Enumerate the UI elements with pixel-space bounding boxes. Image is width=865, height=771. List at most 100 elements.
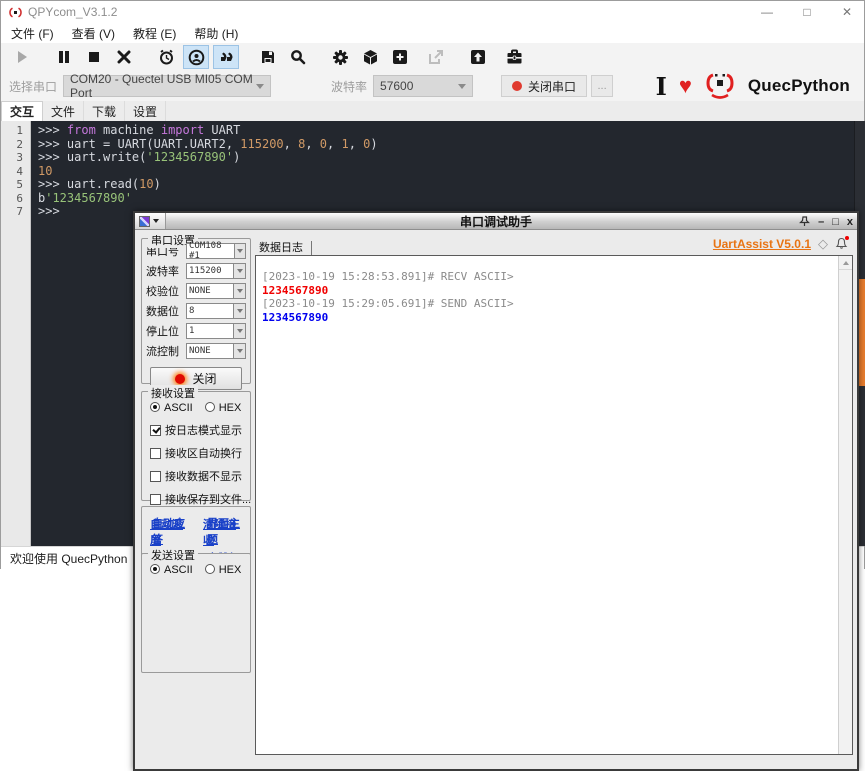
package-icon[interactable] [357,45,383,69]
play-icon[interactable] [9,45,35,69]
menu-tutorial[interactable]: 教程 (E) [133,25,176,42]
save-to-file-label: 接收保存到文件... [165,494,251,506]
radio-icon [205,564,215,574]
baud-select[interactable]: 57600 [373,75,473,97]
chevron-down-icon [234,244,245,258]
chevron-down-icon [233,344,245,358]
pin-icon[interactable] [799,216,810,227]
parity-value: NONE [189,286,211,296]
line-number: 2 [1,138,23,152]
auto-wrap-label: 接收区自动换行 [165,448,242,460]
select-port-label: 选择串口 [9,78,57,95]
stop-bits-value: 1 [189,326,194,336]
uart-minimize-button[interactable]: – [818,216,824,228]
field-row: 波特率115200 [146,263,246,279]
flow-control-value: NONE [189,346,211,356]
gear-icon[interactable] [327,45,353,69]
window-controls: — □ ✕ [760,1,854,23]
menu-help[interactable]: 帮助 (H) [194,25,238,42]
auto-wrap-checkbox[interactable]: 接收区自动换行 [150,444,244,462]
terminal-line: >>> uart.read(10) [38,178,378,192]
tab-settings[interactable]: 设置 [125,101,166,121]
terminal-code[interactable]: >>> from machine import UART>>> uart = U… [38,124,378,219]
scroll-up-button[interactable] [839,256,852,270]
log-mode-checkbox[interactable]: 按日志模式显示 [150,421,244,439]
add-plus-icon[interactable] [387,45,413,69]
baud-rate-value: 115200 [189,266,222,276]
stop-bits-select[interactable]: 1 [186,323,246,339]
maximize-button[interactable]: □ [800,5,814,19]
tab-divider [311,241,312,255]
uartassist-version-link[interactable]: UartAssist V5.0.1 [713,237,811,251]
baud-rate-select[interactable]: 115200 [186,263,246,279]
radio-icon [150,402,160,412]
stop-bits-label: 停止位 [146,323,186,339]
heart-icon: ♥ [679,73,692,99]
send-ascii-label: ASCII [164,564,193,576]
data-log-area[interactable]: [2023-10-19 15:28:53.891]# RECV ASCII>12… [255,255,853,755]
diamond-icon[interactable]: ◇ [818,236,828,252]
data-bits-label: 数据位 [146,303,186,319]
chevron-down-icon [233,324,245,338]
more-options-button[interactable]: ... [591,75,613,97]
close-port-button[interactable]: 关闭串口 [501,75,587,97]
recv-hex-label: HEX [219,402,242,414]
log-scrollbar[interactable] [838,256,852,754]
stop-icon[interactable] [81,45,107,69]
tab-file[interactable]: 文件 [43,101,84,121]
line-number: 6 [1,192,23,206]
parity-select[interactable]: NONE [186,283,246,299]
uart-title-bar[interactable]: 串口调试助手 – □ x [135,213,857,230]
bell-icon[interactable] [835,237,849,251]
tab-interact[interactable]: 交互 [1,101,43,121]
data-bits-select[interactable]: 8 [186,303,246,319]
external-link-icon[interactable] [423,45,449,69]
hide-data-checkbox[interactable]: 接收数据不显示 [150,467,244,485]
send-settings-group: 发送设置 ASCII HEX [141,553,251,673]
auto-reply-link[interactable]: 自动应答 [152,515,195,547]
status-text: 欢迎使用 QuecPython [10,550,127,567]
repl-person-icon[interactable] [183,45,209,69]
uart-window-title: 串口调试助手 [135,213,857,230]
toolbox-icon[interactable] [501,45,527,69]
theme-link[interactable]: 界面主题 [207,515,250,547]
radio-icon [205,402,215,412]
menu-file[interactable]: 文件 (F) [11,25,54,42]
uart-maximize-button[interactable]: □ [832,216,839,228]
uart-close-button[interactable]: x [847,216,853,228]
close-x-icon[interactable] [111,45,137,69]
port-number-select[interactable]: COM108 #1 [186,243,246,259]
field-row: 停止位1 [146,323,246,339]
field-row: 流控制NONE [146,343,246,359]
menu-view[interactable]: 查看 (V) [72,25,115,42]
flow-control-select[interactable]: NONE [186,343,246,359]
chevron-down-icon [233,304,245,318]
pause-icon[interactable] [51,45,77,69]
quote-icon[interactable] [213,45,239,69]
alarm-clock-icon[interactable] [153,45,179,69]
port-status-dot [512,81,522,91]
save-icon[interactable] [255,45,281,69]
title-bar: QPYcom_V3.1.2 — □ ✕ [1,1,864,23]
minimize-button[interactable]: — [760,5,774,19]
line-number: 4 [1,165,23,179]
terminal-line: >>> uart = UART(UART.UART2, 115200, 8, 0… [38,138,378,152]
close-button[interactable]: ✕ [840,5,854,19]
recv-hex-radio[interactable]: HEX [205,398,242,416]
recv-ascii-label: ASCII [164,402,193,414]
checkbox-icon [150,425,161,436]
port-select[interactable]: COM20 - Quectel USB MI05 COM Port [63,75,271,97]
uart-window-controls: – □ x [799,213,853,230]
line-number: 5 [1,178,23,192]
port-bar: 选择串口 COM20 - Quectel USB MI05 COM Port 波… [1,71,864,101]
log-content: [2023-10-19 15:28:53.891]# RECV ASCII>12… [262,270,832,324]
notification-dot [845,236,849,240]
terminal-line: >>> from machine import UART [38,124,378,138]
log-line: 1234567890 [262,311,832,325]
tab-download[interactable]: 下载 [84,101,125,121]
app-logo-icon [9,6,22,19]
upload-icon[interactable] [465,45,491,69]
send-settings-title: 发送设置 [148,547,198,563]
send-hex-radio[interactable]: HEX [205,560,242,578]
search-icon[interactable] [285,45,311,69]
